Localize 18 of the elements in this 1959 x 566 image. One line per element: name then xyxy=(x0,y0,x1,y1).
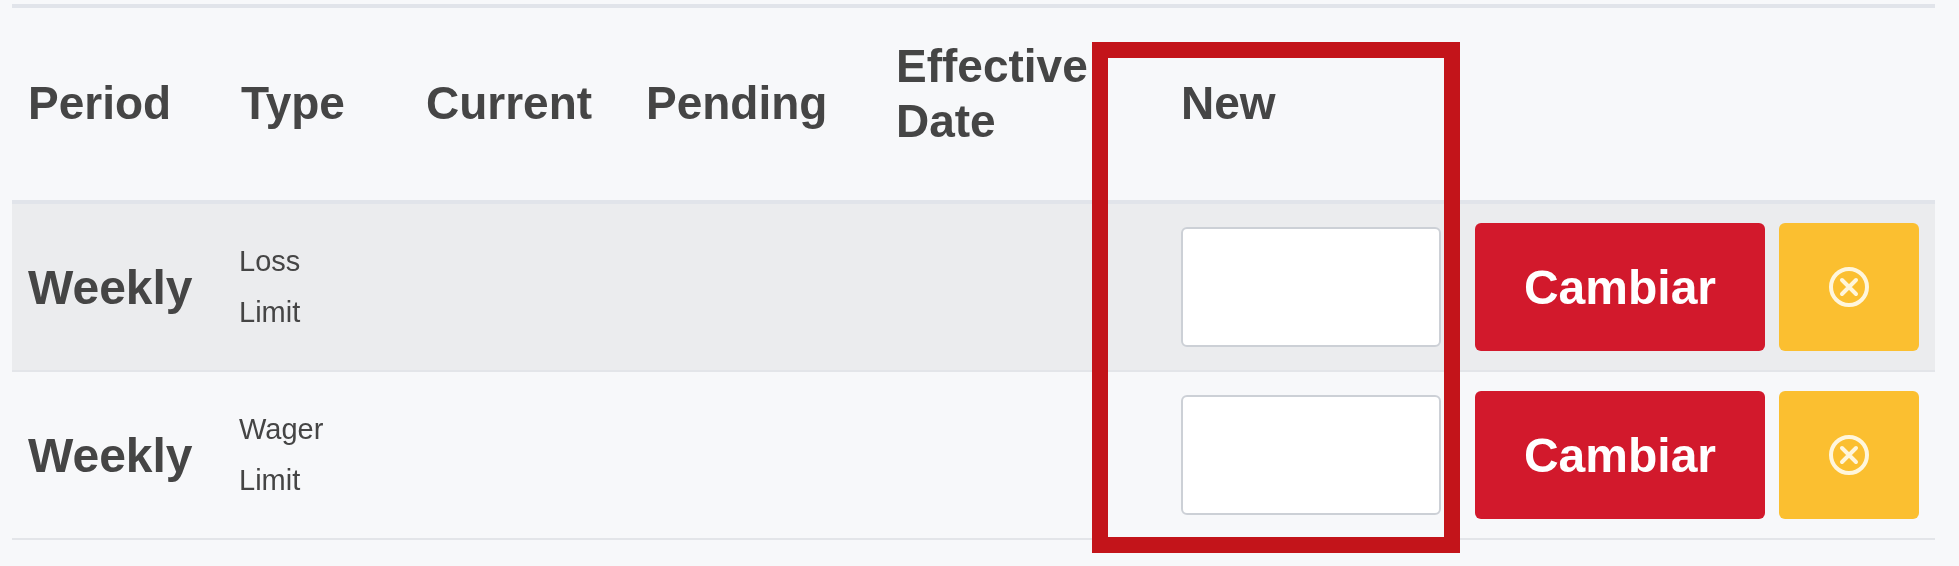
column-header: Current xyxy=(425,76,594,132)
period-cell-text: Weekly xyxy=(27,259,194,315)
input-field[interactable] xyxy=(1181,227,1441,347)
type-cell-text: Loss Limit xyxy=(238,244,302,330)
close-icon xyxy=(1827,433,1871,477)
period-cell-text: Weekly xyxy=(27,427,194,483)
cancel-button[interactable] xyxy=(1779,391,1919,519)
column-header: Effective Date xyxy=(895,38,1089,149)
column-header: New xyxy=(1180,76,1277,132)
column-header: Period xyxy=(27,76,173,132)
change-button[interactable]: Cambiar xyxy=(1475,391,1765,519)
change-button[interactable]: Cambiar xyxy=(1475,223,1765,351)
close-icon xyxy=(1827,265,1871,309)
cancel-button[interactable] xyxy=(1779,223,1919,351)
column-header: Pending xyxy=(645,76,829,132)
column-header: Type xyxy=(240,76,346,132)
input-field[interactable] xyxy=(1181,395,1441,515)
type-cell-text: Wager Limit xyxy=(238,412,325,498)
